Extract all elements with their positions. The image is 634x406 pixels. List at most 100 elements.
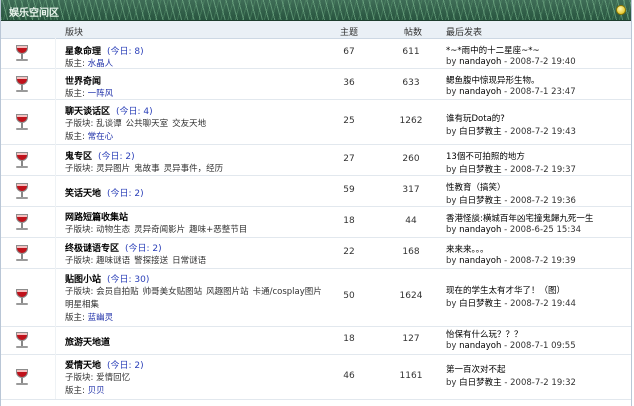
last-post-user-link[interactable]: nandayoh [459, 341, 501, 351]
topic-count: 46 [343, 371, 355, 381]
moderator-line: 版主: 蓝幽灵 [65, 311, 113, 323]
forum-name-line: 星象命理 (今日: 8) [65, 44, 144, 57]
subforum-list: 子版块: 动物生态 灵异奇闻影片 趣味+恶整节目 [65, 223, 251, 235]
last-post-user-link[interactable]: nandayoh [459, 57, 501, 67]
last-post-title-link[interactable]: 第一百次对不起 [446, 363, 506, 375]
forum-row: 鬼专区 (今日: 2) 子版块: 灵异图片 鬼故事 灵异事件，经历 27 260 13個不可拍… [1, 144, 631, 176]
subforum-link[interactable]: 公共聊天室 [126, 119, 169, 129]
topic-count: 18 [343, 334, 355, 344]
forum-name-link[interactable]: 笑话天地 [65, 189, 101, 199]
moderator-link[interactable]: 一阵风 [88, 89, 114, 99]
last-post-user-link[interactable]: 白日梦教主 [459, 127, 502, 137]
last-post-time: - 2008-7-2 19:32 [504, 378, 576, 388]
last-post-title-link[interactable]: 现在的学生太有才华了！（图） [446, 284, 565, 296]
column-forum: 版块 [65, 28, 84, 38]
column-header-row: 版块 主题 帖数 最后发表 [1, 21, 631, 39]
last-post-meta: by nandayoh - 2008-6-25 15:34 [446, 225, 581, 235]
forum-name-link[interactable]: 鬼专区 [65, 152, 92, 162]
last-post-meta: by 白日梦教主 - 2008-7-2 19:32 [446, 376, 576, 388]
post-count: 127 [402, 334, 420, 344]
subforum-link[interactable]: 帅哥美女贴图站 [143, 287, 203, 297]
forum-name-link[interactable]: 聊天谈话区 [65, 107, 110, 117]
subforum-link[interactable]: 日常谜语 [172, 256, 206, 266]
subforum-link[interactable]: 动物生态 [96, 225, 130, 235]
subforum-link[interactable]: 交友天地 [172, 119, 206, 129]
forum-name-link[interactable]: 网路短篇收集站 [65, 213, 128, 223]
last-post-by-label: by [446, 57, 457, 67]
last-post-user-link[interactable]: 白日梦教主 [459, 378, 502, 388]
last-post-title-link[interactable]: 谁有玩Dota的? [446, 112, 505, 124]
forum-name-link[interactable]: 世界奇闻 [65, 77, 101, 87]
last-post-title-link[interactable]: 性教育（搞笑） [446, 181, 506, 193]
forum-name-link[interactable]: 爱情天地 [65, 361, 101, 371]
subforum-link[interactable]: 鬼故事 [134, 164, 160, 174]
forum-status-wineglass-icon [13, 245, 31, 261]
collapse-toggle-icon[interactable] [616, 5, 626, 15]
post-count: 633 [402, 78, 420, 88]
subforum-link[interactable]: 卡通/cosplay图片 [253, 287, 322, 297]
forum-status-wineglass-icon [13, 289, 31, 305]
subforum-link[interactable]: 趣味+恶整节目 [189, 225, 247, 235]
subforum-link[interactable]: 明星相集 [65, 300, 99, 310]
subforum-list: 子版块: 会员自拍贴 帅哥美女贴图站 风趣图片站 卡通/cosplay图片 [65, 285, 326, 297]
forum-row: 网路短篇收集站 子版块: 动物生态 灵异奇闻影片 趣味+恶整节目 18 44 香港怪談:横城… [1, 206, 631, 238]
subforum-link[interactable]: 会员自拍贴 [96, 287, 139, 297]
forum-name-link[interactable]: 旅游天地道 [65, 338, 110, 348]
subforum-link[interactable]: 趣味谜语 [96, 256, 130, 266]
post-count: 260 [402, 154, 420, 164]
subforum-list: 子版块: 爱情回忆 [65, 371, 134, 383]
today-count: (今日: 4) [116, 107, 153, 117]
moderator-link[interactable]: 贝贝 [88, 386, 105, 396]
post-count: 1624 [399, 291, 423, 301]
forum-icon-cell [1, 237, 56, 268]
last-post-meta: by nandayoh - 2008-7-2 19:40 [446, 57, 576, 67]
last-post-user-link[interactable]: 白日梦教主 [459, 165, 502, 175]
subforum-link[interactable]: 灵异事件，经历 [164, 164, 224, 174]
last-post-title-link[interactable]: *~*雨中的十二星座~*~ [446, 44, 540, 56]
subforum-link[interactable]: 爱情回忆 [96, 373, 130, 383]
last-post-time: - 2008-7-1 23:47 [504, 87, 576, 97]
forum-icon-cell [1, 38, 56, 68]
last-post-user-link[interactable]: nandayoh [459, 256, 501, 266]
last-post-user-link[interactable]: 白日梦教主 [459, 196, 502, 206]
last-post-title-link[interactable]: 来来来。。。 [446, 243, 489, 255]
last-post-title-link[interactable]: 鳃鱼腹中惊现异形生物。 [446, 74, 540, 86]
category-title[interactable]: 娱乐空间区 [9, 4, 59, 19]
last-post-title-link[interactable]: 13個不可拍照的地方 [446, 150, 525, 162]
subforum-link[interactable]: 灵异图片 [96, 164, 130, 174]
last-post-by-label: by [446, 225, 457, 235]
last-post-user-link[interactable]: 白日梦教主 [459, 299, 502, 309]
header-grass-decoration [1, 0, 631, 20]
last-post-by-label: by [446, 127, 457, 137]
forum-name-link[interactable]: 终极谜语专区 [65, 244, 119, 254]
column-posts: 帖数 [404, 28, 423, 38]
post-count: 317 [402, 185, 420, 195]
forum-name-link[interactable]: 贴图小站 [65, 275, 101, 285]
moderator-label: 版主: [65, 89, 85, 99]
forum-icon-cell [1, 206, 56, 237]
topic-count: 18 [343, 216, 355, 226]
moderator-link[interactable]: 常在心 [88, 132, 114, 142]
forum-status-wineglass-icon [13, 214, 31, 230]
post-count: 1161 [399, 371, 423, 381]
last-post-title-link[interactable]: 香港怪談:横城百年凶宅撞鬼歸九死一生 [446, 212, 593, 224]
subforum-link[interactable]: 警探接送 [134, 256, 168, 266]
subforum-link[interactable]: 灵异奇闻影片 [134, 225, 185, 235]
forum-row: 旅游天地道 18 127 怡保有什么玩？？？ by nandayoh - 2008-7-… [1, 326, 631, 355]
subforum-link[interactable]: 风趣图片站 [206, 287, 249, 297]
forum-status-wineglass-icon [13, 332, 31, 348]
last-post-meta: by 白日梦教主 - 2008-7-2 19:44 [446, 297, 576, 309]
forum-name-link[interactable]: 星象命理 [65, 47, 101, 57]
moderator-link[interactable]: 蓝幽灵 [88, 313, 114, 323]
subforum-list: 子版块: 乱谈谭 公共聊天室 交友天地 [65, 117, 210, 129]
forum-name-line: 笑话天地 (今日: 2) [65, 186, 144, 199]
last-post-title-link[interactable]: 怡保有什么玩？？？ [446, 328, 523, 340]
today-count: (今日: 8) [107, 47, 144, 57]
last-post-time: - 2008-7-2 19:37 [504, 165, 576, 175]
subforum-label: 子版块: [65, 225, 94, 235]
last-post-time: - 2008-7-2 19:43 [504, 127, 576, 137]
subforum-link[interactable]: 乱谈谭 [96, 119, 122, 129]
last-post-user-link[interactable]: nandayoh [459, 87, 501, 97]
last-post-user-link[interactable]: nandayoh [459, 225, 501, 235]
forum-row: 爱情天地 (今日: 2) 子版块: 爱情回忆 版主: 贝贝 46 1161 第一百次对不起 b… [1, 354, 631, 400]
